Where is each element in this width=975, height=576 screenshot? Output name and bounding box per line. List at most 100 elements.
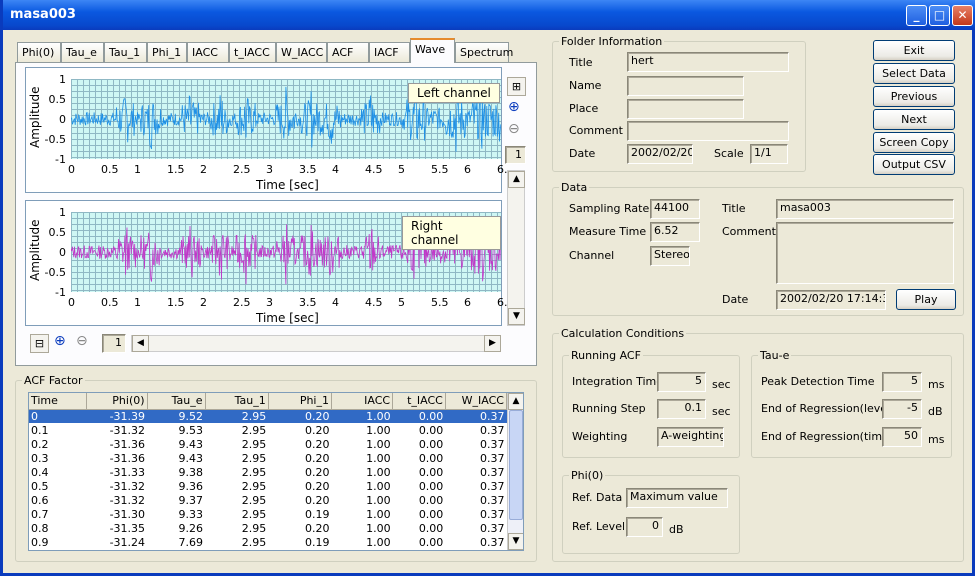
zoom-out-horizontal-icon[interactable]: ⊖	[76, 333, 88, 349]
sampling-rate-field[interactable]: 44100	[650, 199, 700, 219]
folder-place-field[interactable]	[627, 99, 744, 119]
list-scroll-thumb[interactable]	[509, 410, 523, 520]
acf-header-phi-0-[interactable]: Phi(0)	[86, 393, 148, 410]
table-cell: 0.37	[480, 465, 505, 479]
weighting-field[interactable]: A-weighting	[657, 427, 724, 447]
acf-header-iacc[interactable]: IACC	[331, 393, 394, 410]
acf-factor-list[interactable]: Time Phi(0) Tau_e Tau_1 Phi_1 IACC t_IACC W_IAC…	[28, 392, 524, 551]
vertical-page-box[interactable]: 1	[505, 146, 526, 164]
minimize-icon[interactable]: _	[906, 5, 927, 26]
exit-button[interactable]: Exit	[873, 40, 955, 61]
tab-iacf[interactable]: IACF	[369, 42, 410, 62]
folder-name-field[interactable]	[627, 76, 744, 96]
end-regression-level-field[interactable]: -5	[882, 399, 922, 419]
tab-w-iacc[interactable]: W_IACC	[276, 42, 327, 62]
folder-title-label: Title	[569, 56, 593, 69]
select-data-button[interactable]: Select Data	[873, 63, 955, 84]
running-step-field[interactable]: 0.1	[657, 399, 706, 419]
tab-t-iacc[interactable]: t_IACC	[229, 42, 276, 62]
right-channel-label: Right channel	[402, 216, 501, 250]
tab-acf[interactable]: ACF	[327, 42, 369, 62]
tab-phi-1[interactable]: Phi_1	[147, 42, 187, 62]
table-cell: 2.95	[241, 535, 267, 549]
list-scroll-down-icon[interactable]: ▼	[508, 533, 523, 550]
tab-spectrum[interactable]: Spectrum	[455, 42, 513, 62]
end-regression-time-field[interactable]: 50	[882, 427, 922, 447]
ref-data-field[interactable]: Maximum value	[626, 488, 728, 508]
table-row[interactable]: 0.5 -31.32 9.36 2.95 0.20 1.00 0.00 0.37	[29, 479, 507, 493]
list-scroll-up-icon[interactable]: ▲	[508, 393, 523, 410]
acf-header-phi-1[interactable]: Phi_1	[268, 393, 332, 410]
measure-time-field[interactable]: 6.52	[650, 222, 700, 242]
folder-title-field[interactable]: hert	[627, 52, 789, 72]
title-bar[interactable]: masa003 _ □ ✕	[3, 0, 975, 30]
acf-header-time[interactable]: Time	[29, 393, 88, 410]
xtick-label: 2	[200, 163, 207, 176]
right-channel-plot[interactable]: Right channel Amplitude 1 0.5 0 -0.5 -1 0 0.5…	[25, 200, 508, 326]
output-csv-button[interactable]: Output CSV	[873, 154, 955, 175]
tab-tau-1[interactable]: Tau_1	[104, 42, 147, 62]
left-channel-plot[interactable]: Left channel Amplitude 1 0.5 0 -0.5 -1 0 0.5 1…	[25, 67, 508, 193]
ref-level-field[interactable]: 0	[626, 517, 663, 537]
ref-data-label: Ref. Data	[572, 491, 623, 504]
table-row[interactable]: 0.6 -31.32 9.37 2.95 0.20 1.00 0.00 0.37	[29, 493, 507, 507]
table-row[interactable]: 0.3 -31.36 9.43 2.95 0.20 1.00 0.00 0.37	[29, 451, 507, 465]
horizontal-page-box[interactable]: 1	[102, 334, 126, 353]
screen-copy-button[interactable]: Screen Copy	[873, 132, 955, 153]
channel-field[interactable]: Stereo	[650, 246, 690, 266]
table-cell: 1.00	[366, 465, 391, 479]
zoom-out-vertical-icon[interactable]: ⊖	[508, 121, 520, 137]
zoom-in-horizontal-icon[interactable]: ⊕	[54, 333, 66, 349]
xtick-label: 0.5	[101, 163, 119, 176]
table-cell: 0.37	[480, 535, 505, 549]
maximize-icon[interactable]: □	[929, 5, 950, 26]
xtick-label: 4	[332, 163, 339, 176]
tab-tau-e[interactable]: Tau_e	[61, 42, 104, 62]
table-cell: 9.43	[178, 451, 204, 465]
scroll-right-icon[interactable]: ▶	[484, 335, 501, 352]
fit-vertical-icon[interactable]: ⊞	[507, 77, 526, 96]
acf-header-t-iacc[interactable]: t_IACC	[392, 393, 446, 410]
table-cell: 9.43	[178, 437, 204, 451]
scroll-down-icon[interactable]: ▼	[508, 308, 525, 325]
table-row[interactable]: 0.1 -31.32 9.53 2.95 0.20 1.00 0.00 0.37	[29, 423, 507, 437]
table-row[interactable]: 0.2 -31.36 9.43 2.95 0.20 1.00 0.00 0.37	[29, 437, 507, 451]
running-step-label: Running Step	[572, 402, 646, 415]
zoom-in-vertical-icon[interactable]: ⊕	[508, 99, 520, 115]
vertical-scrollbar[interactable]: ▲ ▼	[507, 170, 525, 326]
tab-phi-0-[interactable]: Phi(0)	[17, 42, 61, 62]
table-cell: 0.6	[31, 493, 49, 507]
tab-wave[interactable]: Wave	[410, 38, 455, 63]
table-cell: 0.37	[480, 437, 505, 451]
table-cell: 0.20	[304, 479, 330, 493]
xtick-label: 6	[464, 296, 471, 309]
close-icon[interactable]: ✕	[952, 5, 973, 26]
data-title-field[interactable]: masa003	[776, 199, 954, 219]
folder-comment-field[interactable]	[627, 121, 789, 141]
table-row[interactable]: 0 -31.39 9.52 2.95 0.20 1.00 0.00 0.37	[29, 409, 507, 423]
table-cell: 2.95	[241, 521, 267, 535]
data-comment-field[interactable]	[776, 222, 954, 284]
table-row[interactable]: 0.9 -31.24 7.69 2.95 0.19 1.00 0.00 0.37	[29, 535, 507, 549]
folder-date-field[interactable]: 2002/02/20	[627, 144, 693, 164]
table-row[interactable]: 0.7 -31.30 9.33 2.95 0.19 1.00 0.00 0.37	[29, 507, 507, 521]
fit-horizontal-icon[interactable]: ⊟	[30, 334, 49, 353]
scroll-left-icon[interactable]: ◀	[132, 335, 149, 352]
previous-button[interactable]: Previous	[873, 86, 955, 107]
acf-list-scrollbar[interactable]: ▲ ▼	[507, 393, 523, 550]
scale-field[interactable]: 1/1	[750, 144, 788, 164]
play-button[interactable]: Play	[896, 289, 956, 310]
data-date-field[interactable]: 2002/02/20 17:14:37	[776, 290, 886, 310]
table-row[interactable]: 0.4 -31.33 9.38 2.95 0.20 1.00 0.00 0.37	[29, 465, 507, 479]
peak-detection-field[interactable]: 5	[882, 372, 922, 392]
next-button[interactable]: Next	[873, 109, 955, 130]
phi0-title: Phi(0)	[569, 469, 606, 482]
tab-iacc[interactable]: IACC	[187, 42, 229, 62]
table-row[interactable]: 0.8 -31.35 9.26 2.95 0.20 1.00 0.00 0.37	[29, 521, 507, 535]
scroll-up-icon[interactable]: ▲	[508, 171, 525, 188]
acf-header-w-iacc[interactable]: W_IACC	[445, 393, 508, 410]
acf-header-tau-e[interactable]: Tau_e	[147, 393, 206, 410]
integration-time-field[interactable]: 5	[657, 372, 706, 392]
horizontal-scrollbar[interactable]: ◀ ▶	[131, 335, 501, 352]
acf-header-tau-1[interactable]: Tau_1	[205, 393, 269, 410]
